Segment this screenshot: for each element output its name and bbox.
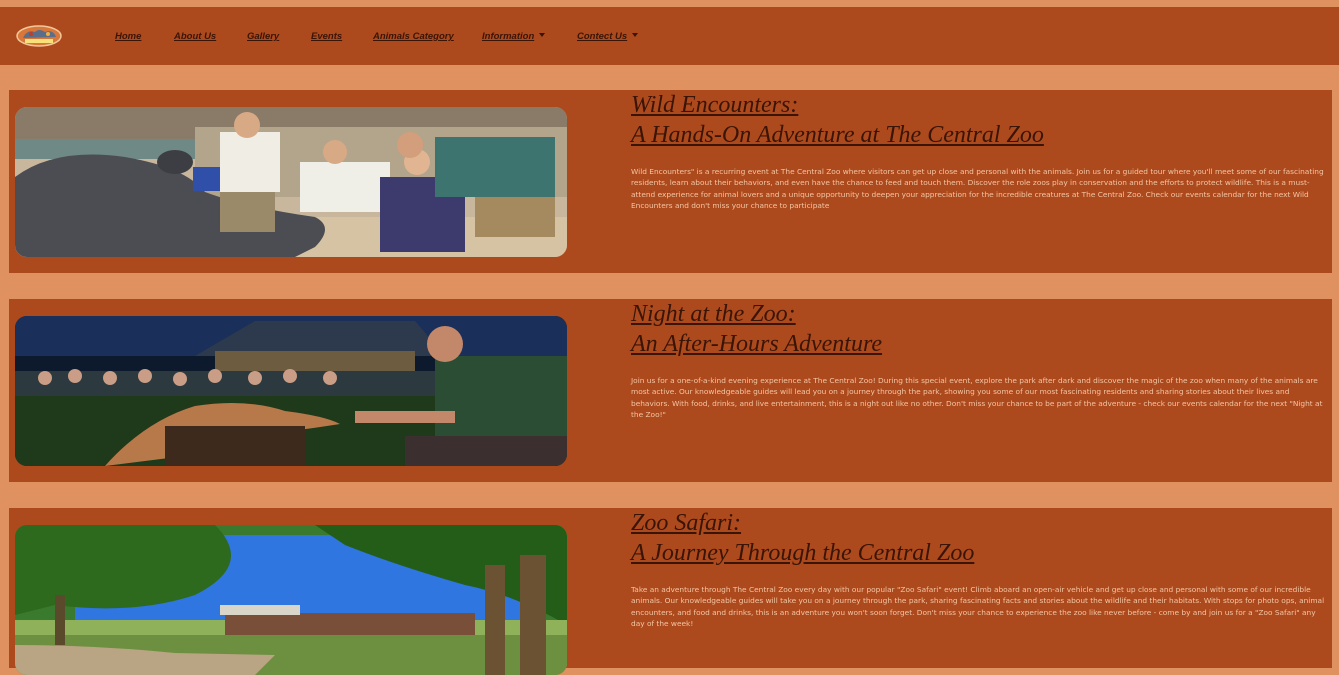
wild-encounters-image	[15, 107, 567, 257]
event-card: Night at the Zoo: An After-Hours Adventu…	[9, 299, 1332, 482]
nav-gallery[interactable]: Gallery	[247, 31, 279, 42]
event-title-line2: An After-Hours Adventure	[631, 331, 883, 357]
event-title-line2: A Hands-On Adventure at The Central Zoo	[631, 122, 1044, 148]
event-description: Join us for a one-of-a-kind evening expe…	[631, 376, 1323, 419]
nav-information-label: Information	[482, 31, 535, 42]
navbar: Home About Us Gallery Events Animals Cat…	[0, 7, 1339, 65]
zoo-logo[interactable]	[15, 23, 63, 47]
event-title-line1: Wild Encounters:	[631, 92, 799, 118]
night-at-the-zoo-image	[15, 316, 567, 466]
nav-contact-dropdown[interactable]: Contect Us	[577, 31, 639, 42]
event-description: Take an adventure through The Central Zo…	[631, 585, 1325, 628]
nav-home[interactable]: Home	[115, 31, 141, 42]
nav-animals-category[interactable]: Animals Category	[373, 31, 454, 42]
chevron-down-icon	[539, 33, 546, 37]
nav-events[interactable]: Events	[311, 31, 342, 42]
chevron-down-icon	[632, 33, 639, 37]
event-title: Night at the Zoo: An After-Hours Adventu…	[631, 299, 882, 359]
event-card: Wild Encounters: A Hands-On Adventure at…	[9, 90, 1332, 273]
zoo-safari-image	[15, 525, 567, 675]
nav-contact-label: Contect Us	[577, 31, 628, 42]
event-title-line1: Zoo Safari:	[631, 510, 742, 536]
event-title-line2: A Journey Through the Central Zoo	[631, 540, 975, 566]
nav-information-dropdown[interactable]: Information	[482, 31, 546, 42]
event-title: Wild Encounters: A Hands-On Adventure at…	[631, 90, 1044, 150]
event-description: Wild Encounters" is a recurring event at…	[631, 167, 1324, 210]
event-card: Zoo Safari: A Journey Through the Centra…	[9, 508, 1332, 675]
nav-about-us[interactable]: About Us	[174, 31, 216, 42]
event-title-line1: Night at the Zoo:	[631, 301, 796, 327]
event-title: Zoo Safari: A Journey Through the Centra…	[631, 508, 974, 568]
